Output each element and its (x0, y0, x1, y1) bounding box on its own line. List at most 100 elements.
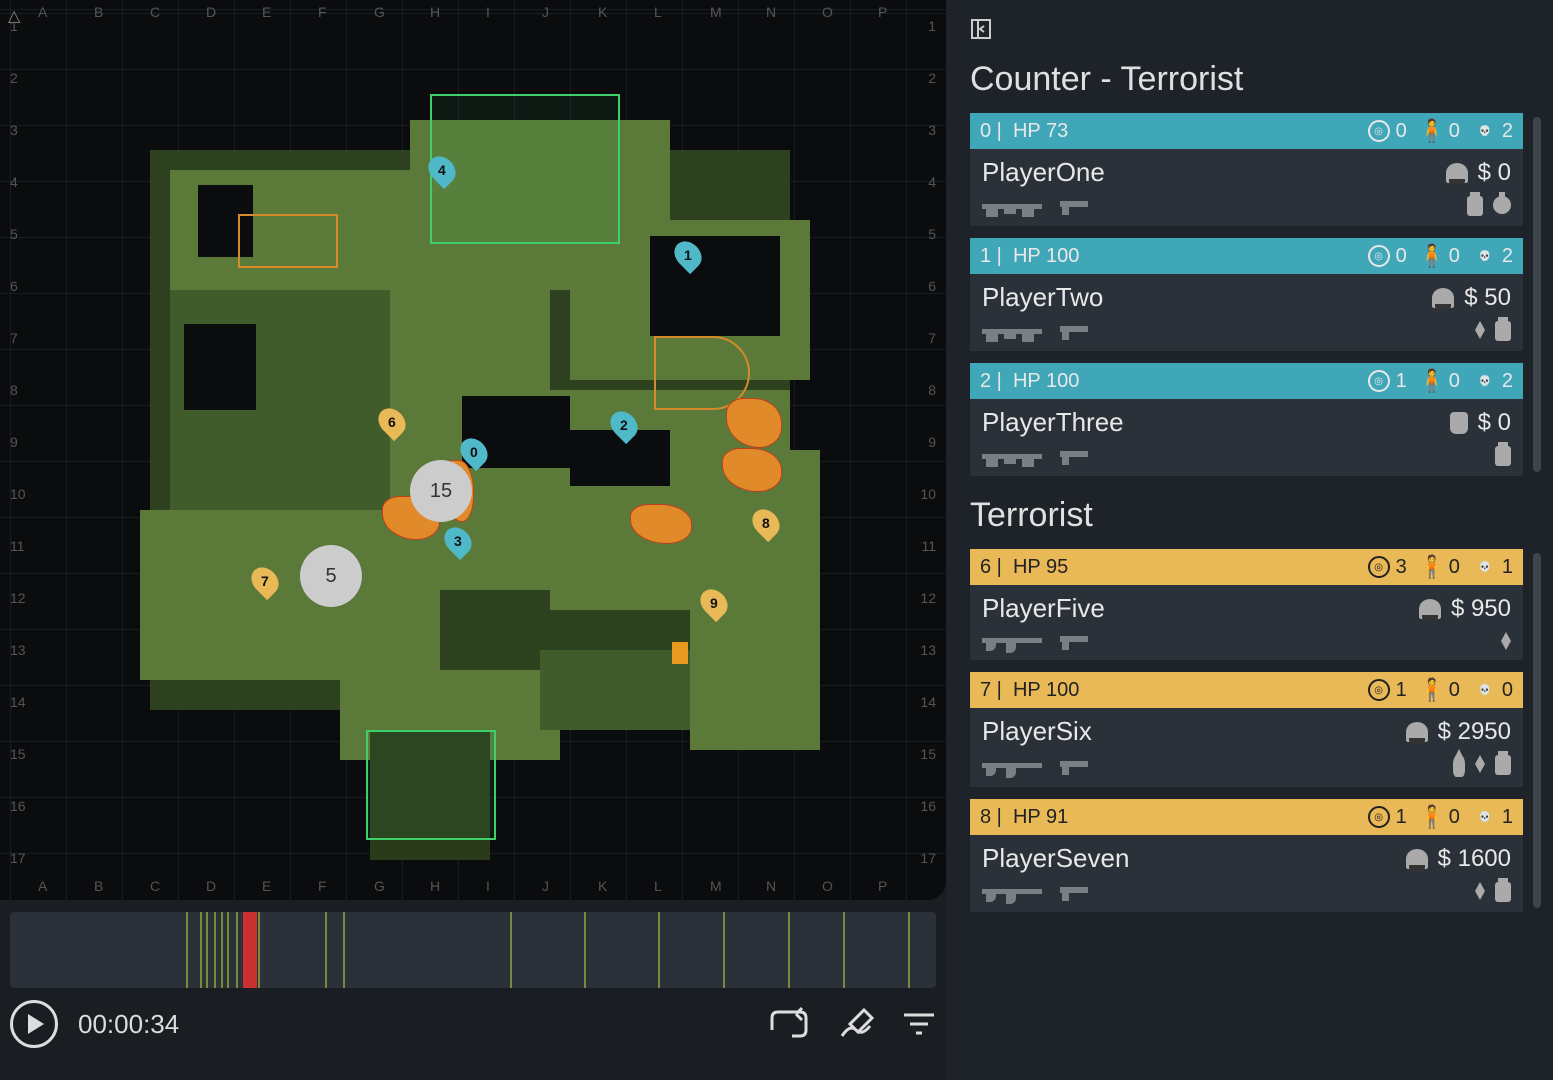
helmet-icon (1419, 599, 1441, 619)
helmet-icon (1406, 849, 1428, 869)
flash-icon (1475, 882, 1485, 900)
filter-icon[interactable] (902, 1009, 936, 1039)
grid-col-label: J (542, 4, 549, 20)
helmet-icon (1432, 288, 1454, 308)
timeline-event (214, 912, 216, 988)
grid-row-label: 11 (10, 538, 25, 554)
player-money: $ 50 (1464, 284, 1511, 312)
rifle-icon (982, 448, 1046, 464)
timeline-event (343, 912, 345, 988)
kills-value: 0 (1396, 245, 1407, 268)
skull-icon: 💀 (1474, 245, 1496, 267)
nade-icon (1493, 196, 1511, 214)
player-card[interactable]: 7 | HP 100 ◎1 🧍0 💀0 PlayerSix $ 2950 (970, 672, 1523, 787)
grid-col-label: N (766, 878, 776, 894)
pistol-icon (1060, 197, 1090, 215)
grid-row-label: 17 (920, 850, 936, 866)
timeline-event (908, 912, 910, 988)
smoke-icon (1467, 196, 1483, 216)
timeline-event (236, 912, 238, 988)
draw-icon[interactable] (836, 1004, 876, 1044)
skull-icon: 💀 (1474, 120, 1496, 142)
timeline-event (843, 912, 845, 988)
helmet-icon (1446, 163, 1468, 183)
loop-icon[interactable] (766, 1006, 810, 1042)
smoke-icon (1495, 321, 1511, 341)
grid-row-label: 7 (10, 330, 18, 346)
pistol-icon (1060, 322, 1090, 340)
grid-col-label: F (318, 4, 327, 20)
kills-value: 1 (1396, 370, 1407, 393)
grid-row-label: 3 (928, 122, 936, 138)
timeline[interactable] (10, 912, 936, 988)
panel-collapse-icon[interactable] (970, 18, 992, 40)
assists-value: 0 (1449, 120, 1460, 143)
player-name: PlayerFive (982, 593, 1105, 624)
grid-row-label: 3 (10, 122, 18, 138)
assists-value: 0 (1449, 556, 1460, 579)
timeline-event (206, 912, 208, 988)
team-header-ct: Counter - Terrorist (970, 60, 1539, 99)
player-card[interactable]: 6 | HP 95 ◎3 🧍0 💀1 PlayerFive $ 950 (970, 549, 1523, 660)
skull-icon: 💀 (1474, 806, 1496, 828)
grid-row-label: 4 (10, 174, 18, 190)
timeline-event (723, 912, 725, 988)
timeline-event (658, 912, 660, 988)
map-view[interactable]: △ ABCDEFGHIJKLMNOPABCDEFGHIJKLMNOP123456… (0, 0, 946, 900)
pistol-icon (1060, 883, 1090, 901)
person-icon: 🧍 (1421, 806, 1443, 828)
grid-col-label: O (822, 4, 833, 20)
scrollbar[interactable] (1533, 553, 1541, 908)
grid-row-label: 16 (10, 798, 26, 814)
player-hp: 1 | HP 100 (980, 245, 1079, 268)
grid-row-label: 1 (10, 18, 18, 34)
person-icon: 🧍 (1421, 245, 1443, 267)
player-hp: 7 | HP 100 (980, 679, 1079, 702)
player-hp: 0 | HP 73 (980, 120, 1068, 143)
team-header-t: Terrorist (970, 496, 1539, 535)
player-money: $ 2950 (1438, 718, 1511, 746)
pistol-icon (1060, 447, 1090, 465)
player-hp: 8 | HP 91 (980, 806, 1068, 829)
grid-row-label: 7 (928, 330, 936, 346)
grid-row-label: 6 (10, 278, 18, 294)
target-icon: ◎ (1368, 370, 1390, 392)
kills-value: 0 (1396, 120, 1407, 143)
person-icon: 🧍 (1421, 370, 1443, 392)
rifle-icon (982, 323, 1046, 339)
timeline-event (186, 912, 188, 988)
assists-value: 0 (1449, 806, 1460, 829)
dead-marker[interactable]: 15 (410, 460, 472, 522)
timeline-event (584, 912, 586, 988)
timeline-event (510, 912, 512, 988)
grid-row-label: 14 (10, 694, 26, 710)
grid-row-label: 8 (10, 382, 18, 398)
flash-icon (1475, 755, 1485, 773)
armor-icon (1450, 412, 1468, 434)
grid-col-label: J (542, 878, 549, 894)
timeline-event (325, 912, 327, 988)
target-icon: ◎ (1368, 556, 1390, 578)
deaths-value: 2 (1502, 370, 1513, 393)
grid-row-label: 13 (10, 642, 26, 658)
grid-col-label: K (598, 878, 607, 894)
grid-col-label: H (430, 878, 440, 894)
play-button[interactable] (10, 1000, 58, 1048)
deaths-value: 1 (1502, 806, 1513, 829)
grid-row-label: 12 (10, 590, 26, 606)
deaths-value: 1 (1502, 556, 1513, 579)
kills-value: 1 (1396, 679, 1407, 702)
player-card[interactable]: 0 | HP 73 ◎0 🧍0 💀2 PlayerOne $ 0 (970, 113, 1523, 226)
player-card[interactable]: 1 | HP 100 ◎0 🧍0 💀2 PlayerTwo $ 50 (970, 238, 1523, 351)
player-card[interactable]: 2 | HP 100 ◎1 🧍0 💀2 PlayerThree $ 0 (970, 363, 1523, 476)
timeline-cursor[interactable] (243, 912, 257, 988)
grid-col-label: D (206, 878, 216, 894)
flash-icon (1475, 321, 1485, 339)
grid-row-label: 8 (928, 382, 936, 398)
scrollbar[interactable] (1533, 117, 1541, 472)
grid-col-label: E (262, 878, 271, 894)
grid-col-label: P (878, 4, 887, 20)
grid-row-label: 9 (928, 434, 936, 450)
player-card[interactable]: 8 | HP 91 ◎1 🧍0 💀1 PlayerSeven $ 1600 (970, 799, 1523, 912)
dead-marker[interactable]: 5 (300, 545, 362, 607)
